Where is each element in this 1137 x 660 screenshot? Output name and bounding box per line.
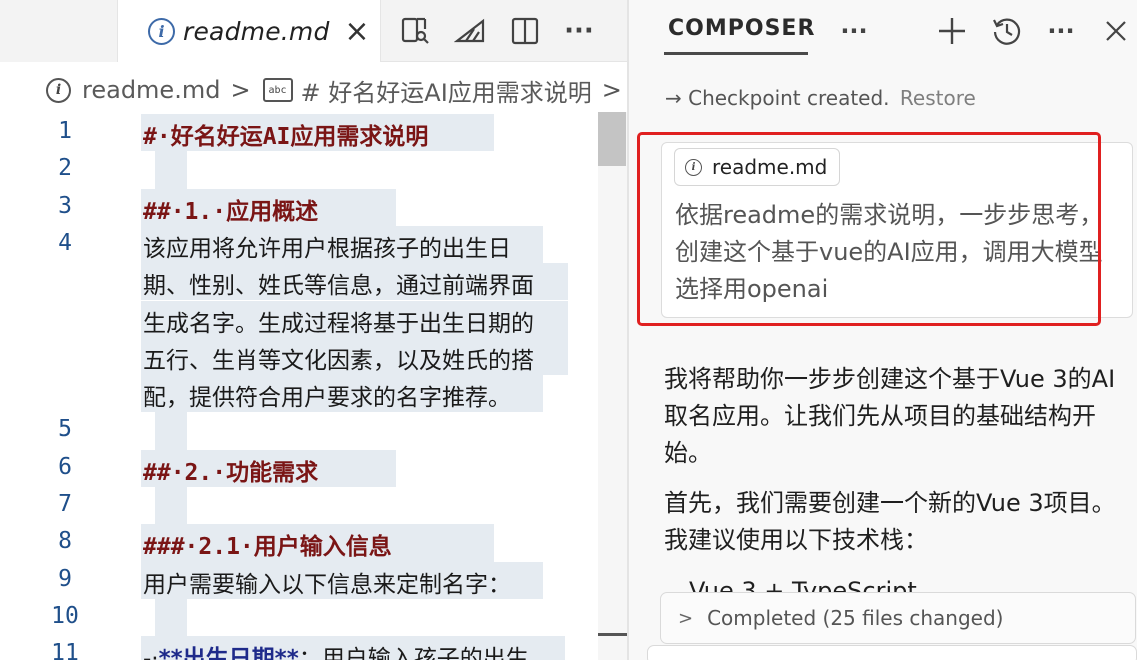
markdown-bold: **出生日期** — [158, 646, 299, 660]
scroll-position-marker — [598, 633, 627, 636]
composer-panel: COMPOSER ··· ··· → Checkpoint created. R… — [629, 0, 1137, 660]
more-actions-icon[interactable]: ··· — [562, 14, 596, 48]
code-line[interactable]: 5 — [0, 412, 600, 450]
selection-highlight — [155, 412, 187, 450]
line-number: 7 — [58, 491, 72, 517]
code-text: 五行、生肖等文化因素，以及姓氏的搭 — [143, 341, 534, 375]
open-preview-icon[interactable] — [398, 14, 432, 48]
input-area[interactable] — [647, 645, 1137, 660]
plus-icon[interactable] — [934, 13, 970, 49]
line-number: 4 — [58, 229, 72, 256]
line-number: 9 — [58, 565, 72, 592]
active-tab-underline — [664, 52, 808, 55]
chevron-right-icon: > — [678, 607, 694, 629]
response-paragraph-2: 首先，我们需要创建一个新的Vue 3项目。我建议使用以下技术栈： — [664, 489, 1116, 554]
code-area[interactable]: 1 #·好名好运AI应用需求说明 2 3 ##·1.·应用概述 4 该应用将允许用户根据孩子… — [0, 112, 627, 660]
code-line[interactable]: 2 — [0, 151, 600, 189]
response-paragraph-1: 我将帮助你一步步创建这个基于Vue 3的AI取名应用。让我们先从项目的基础结构开… — [664, 365, 1116, 467]
breadcrumb-section[interactable]: # 好名好运AI应用需求说明 — [301, 73, 592, 108]
code-line[interactable]: 10 — [0, 598, 600, 637]
close-icon[interactable] — [1098, 13, 1134, 49]
info-icon: i — [685, 158, 702, 176]
code-line[interactable]: 6 ##·2.·功能需求 — [0, 449, 600, 487]
markdown-text: -· — [143, 646, 159, 660]
scrollbar-thumb[interactable] — [598, 112, 626, 166]
selection-highlight — [155, 487, 187, 525]
markdown-text: 配，提供符合用户要求的名字推荐。 — [143, 385, 511, 412]
code-line[interactable]: 生成名字。生成过程将基于出生日期的 — [0, 300, 600, 338]
code-line[interactable]: 8 ###·2.1·用户输入信息 — [0, 524, 600, 562]
code-text: 期、性别、姓氏等信息，通过前端界面 — [143, 266, 534, 300]
markdown-heading: ##·1.·应用概述 — [143, 198, 319, 225]
timeline-icon[interactable] — [453, 14, 487, 48]
line-number: 11 — [51, 640, 79, 660]
breadcrumb: i readme.md > abc # 好名好运AI应用需求说明 > — [0, 62, 627, 118]
markdown-text: 期、性别、姓氏等信息，通过前端界面 — [143, 273, 534, 300]
markdown-text: 该应用将允许用户根据孩子的出生日 — [143, 235, 511, 262]
code-line[interactable]: 9 用户需要输入以下信息来定制名字： — [0, 561, 600, 599]
info-icon: i — [46, 77, 71, 103]
code-text: ##·2.·功能需求 — [143, 453, 318, 487]
code-line[interactable]: 7 — [0, 487, 600, 525]
code-line[interactable]: 配，提供符合用户要求的名字推荐。 — [0, 375, 600, 413]
code-line[interactable]: 3 ##·1.·应用概述 — [0, 188, 600, 226]
editor-pane: i readme.md × ··· i readme.md > abc # 好名… — [0, 0, 627, 660]
code-text: 配，提供符合用户要求的名字推荐。 — [143, 378, 511, 412]
restore-link[interactable]: Restore — [900, 86, 976, 110]
line-number: 1 — [58, 118, 72, 144]
code-text: #·好名好运AI应用需求说明 — [143, 117, 428, 151]
composer-tab[interactable]: COMPOSER — [668, 16, 815, 41]
code-text: 该应用将允许用户根据孩子的出生日 — [143, 229, 511, 263]
code-text: 用户需要输入以下信息来定制名字： — [143, 565, 511, 599]
line-number: 8 — [58, 528, 72, 555]
line-number: 3 — [58, 192, 72, 219]
checkpoint-notice: → Checkpoint created. Restore — [665, 86, 976, 110]
selection-highlight — [155, 151, 187, 189]
selection-highlight — [155, 598, 187, 637]
code-line[interactable]: 期、性别、姓氏等信息，通过前端界面 — [0, 263, 600, 301]
breadcrumb-file[interactable]: readme.md — [82, 76, 220, 104]
chevron-right-icon: > — [230, 76, 251, 104]
code-line[interactable]: 11 -·**出生日期**：用户输入孩子的出生 — [0, 636, 600, 660]
tab-strip: i readme.md × ··· — [0, 0, 627, 63]
markdown-text: ：用户输入孩子的出生 — [298, 646, 529, 660]
info-icon: i — [148, 18, 175, 45]
checkpoint-text: → Checkpoint created. — [665, 86, 890, 110]
code-line[interactable]: 五行、生肖等文化因素，以及姓氏的搭 — [0, 337, 600, 376]
file-chip-label: readme.md — [712, 155, 828, 179]
chevron-right-icon: > — [601, 76, 622, 104]
tab-readme[interactable]: i readme.md × — [118, 0, 381, 63]
user-message-text: 依据readme的需求说明，一步步思考，创建这个基于vue的AI应用，调用大模型… — [675, 201, 1104, 303]
split-editor-icon[interactable] — [508, 14, 542, 48]
markdown-text: 生成名字。生成过程将基于出生日期的 — [143, 310, 534, 337]
line-number: 6 — [58, 453, 72, 480]
completed-summary[interactable]: > Completed (25 files changed) — [660, 592, 1136, 644]
markdown-text: 用户需要输入以下信息来定制名字： — [143, 571, 511, 598]
code-text: -·**出生日期**：用户输入孩子的出生 — [143, 639, 529, 660]
composer-header: COMPOSER ··· ··· — [629, 0, 1137, 62]
markdown-heading: #·好名好运AI应用需求说明 — [143, 124, 429, 150]
completed-label: Completed (25 files changed) — [707, 606, 1004, 630]
line-number: 5 — [58, 416, 72, 443]
code-line[interactable]: 1 #·好名好运AI应用需求说明 — [0, 114, 600, 152]
file-chip[interactable]: i readme.md — [674, 148, 841, 186]
markdown-heading: ###·2.1·用户输入信息 — [143, 534, 392, 561]
text-symbol-icon: abc — [262, 78, 293, 102]
more-options-icon[interactable]: ··· — [1043, 13, 1079, 49]
code-text: ###·2.1·用户输入信息 — [143, 527, 392, 561]
code-text: ##·1.·应用概述 — [143, 192, 318, 226]
history-icon[interactable] — [989, 13, 1025, 49]
more-icon[interactable]: ··· — [836, 13, 872, 49]
user-message-card[interactable]: i readme.md 依据readme的需求说明，一步步思考，创建这个基于vu… — [661, 142, 1133, 318]
markdown-text: 五行、生肖等文化因素，以及姓氏的搭 — [143, 347, 534, 374]
line-number: 10 — [51, 602, 79, 629]
code-line[interactable]: 4 该应用将允许用户根据孩子的出生日 — [0, 225, 600, 264]
line-number: 2 — [58, 155, 72, 182]
tab-strip-empty — [0, 0, 118, 62]
code-text: 生成名字。生成过程将基于出生日期的 — [143, 304, 534, 338]
close-tab-icon[interactable]: × — [340, 14, 374, 49]
markdown-heading: ##·2.·功能需求 — [143, 459, 319, 486]
tab-label: readme.md — [183, 17, 330, 46]
